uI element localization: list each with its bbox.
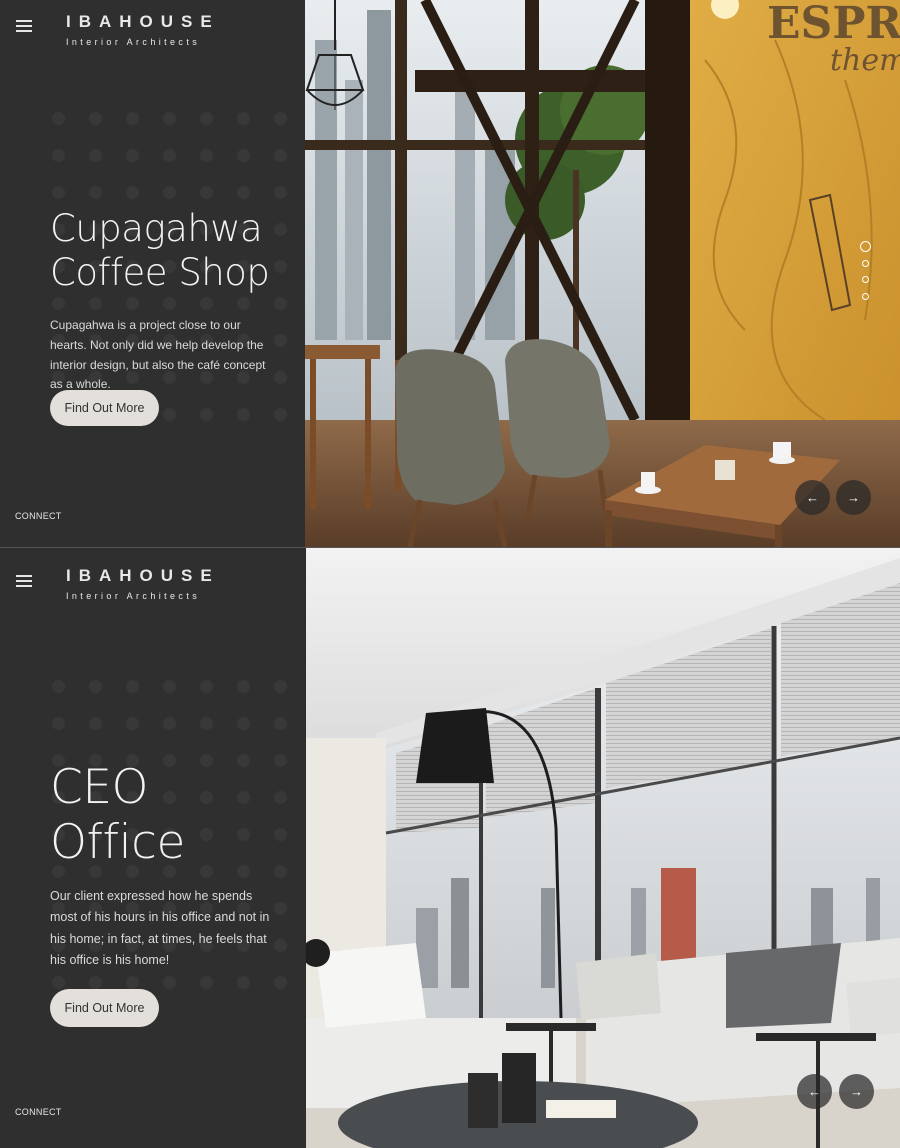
arrow-left-icon: ← <box>806 490 819 505</box>
connect-link[interactable]: CONNECT <box>15 511 62 521</box>
slide-dot-4[interactable] <box>862 293 869 300</box>
slide-dot-3[interactable] <box>862 276 869 283</box>
slide-coffee-shop: IBAHOUSE Interior Architects Cupagahwa C… <box>0 0 900 547</box>
wall-text-2: thems <box>830 43 900 78</box>
connect-link[interactable]: CONNECT <box>15 1107 62 1117</box>
title-line-1: CEO <box>50 760 149 815</box>
slide-image-coffee-shop: ESPR thems <box>305 0 900 547</box>
prev-slide-button[interactable]: ← <box>797 1074 832 1109</box>
next-slide-button[interactable]: → <box>836 480 871 515</box>
slide-description: Our client expressed how he spends most … <box>50 889 270 967</box>
wall-text-1: ESPR <box>767 0 900 49</box>
slide-title: CEO Office <box>50 760 300 871</box>
sidebar: IBAHOUSE Interior Architects CEO Office … <box>0 548 305 1148</box>
logo-subtitle: Interior Architects <box>66 591 201 601</box>
logo-subtitle: Interior Architects <box>66 37 201 47</box>
ceo-office-photo <box>306 548 900 1148</box>
slide-dot-1-active[interactable] <box>860 241 871 252</box>
menu-icon[interactable] <box>16 575 32 587</box>
logo-text: IBAHOUSE <box>66 12 220 31</box>
sidebar: IBAHOUSE Interior Architects Cupagahwa C… <box>0 0 305 547</box>
slide-description: Cupagahwa is a project close to our hear… <box>50 318 266 392</box>
logo[interactable]: IBAHOUSE Interior Architects <box>66 12 246 47</box>
title-line-2: Coffee Shop <box>50 251 270 295</box>
slide-dot-2[interactable] <box>862 260 869 267</box>
next-slide-button[interactable]: → <box>839 1074 874 1109</box>
slide-title: Cupagahwa Coffee Shop <box>50 207 300 296</box>
logo[interactable]: IBAHOUSE Interior Architects <box>66 566 246 601</box>
title-line-2: Office <box>50 815 185 871</box>
title-line-1: Cupagahwa <box>50 207 263 250</box>
find-out-more-button[interactable]: Find Out More <box>50 989 159 1027</box>
logo-text: IBAHOUSE <box>66 566 220 585</box>
slide-image-ceo-office: ← → <box>306 548 900 1148</box>
arrow-left-icon: ← <box>808 1084 821 1099</box>
floor-lamp-icon <box>416 708 494 783</box>
coffee-shop-photo: ESPR thems <box>305 0 900 547</box>
arrow-right-icon: → <box>847 490 860 505</box>
slide-ceo-office: IBAHOUSE Interior Architects CEO Office … <box>0 548 900 1148</box>
find-out-more-button[interactable]: Find Out More <box>50 390 159 426</box>
menu-icon[interactable] <box>16 20 32 32</box>
arrow-right-icon: → <box>850 1084 863 1099</box>
prev-slide-button[interactable]: ← <box>795 480 830 515</box>
